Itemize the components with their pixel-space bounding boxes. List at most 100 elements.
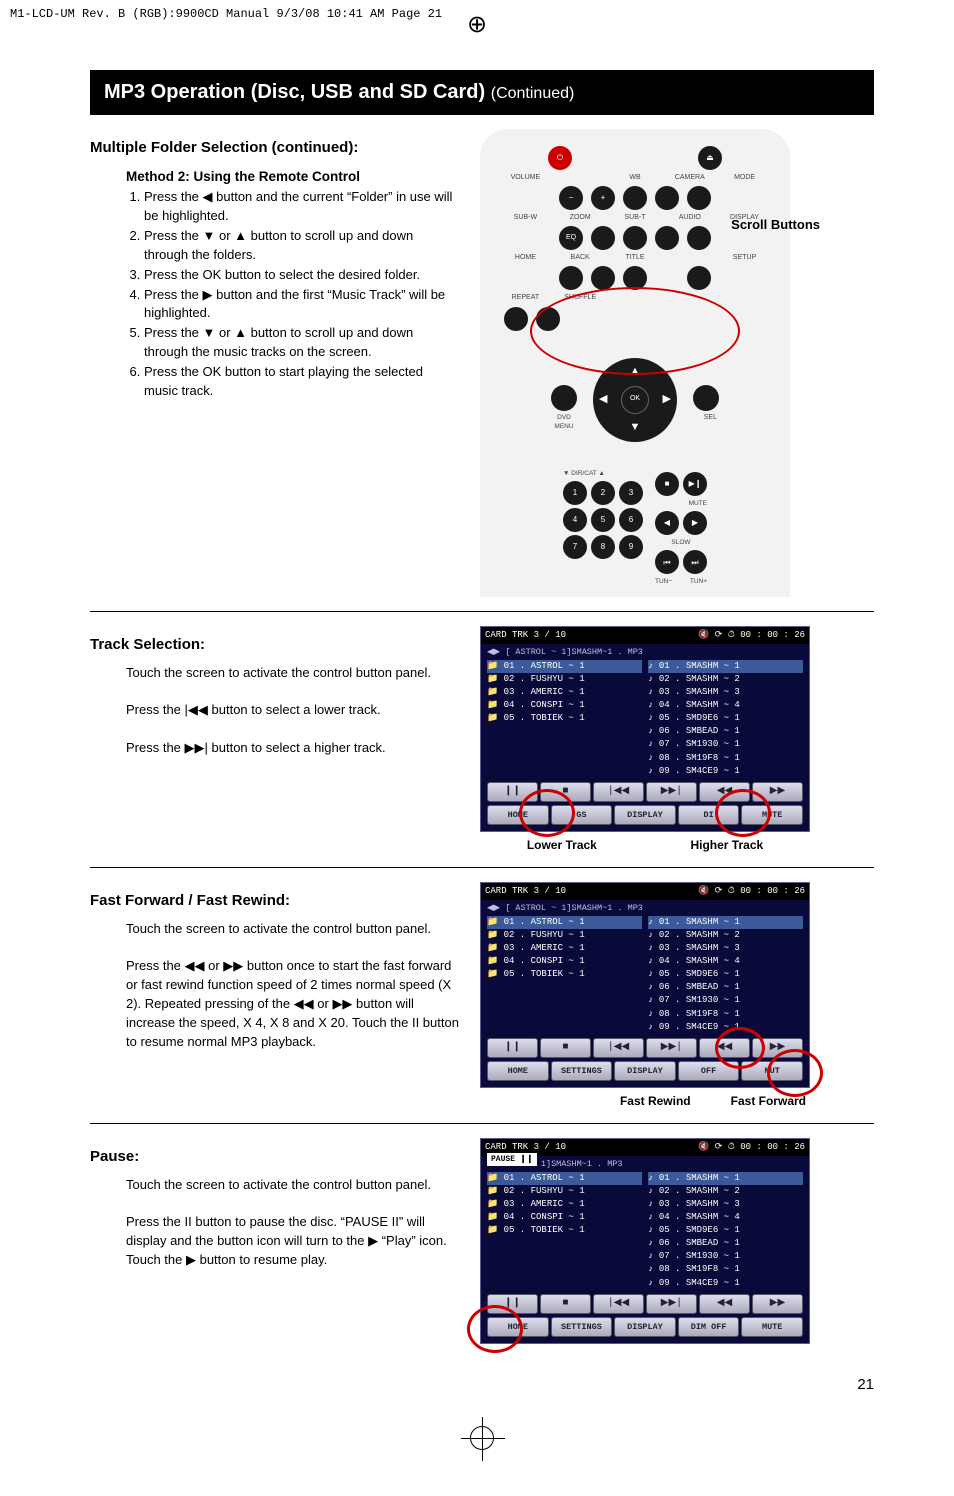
osd-ff-ctrl-next: ▶▶| xyxy=(646,1038,697,1059)
num-6: 6 xyxy=(619,508,643,532)
osd-pause-menu-dimoff: DIM OFF xyxy=(678,1317,740,1337)
wb-button xyxy=(623,186,647,210)
osd-pause-folder-4: 📁 04 . CONSPI ~ 1 xyxy=(487,1211,642,1224)
osd-track-r4: ♪ 04 . SMASHM ~ 4 xyxy=(648,699,803,712)
osd-pause-track-1: ♪ 01 . SMASHM ~ 1 xyxy=(648,1172,803,1185)
osd-ctrl-pause: ❙❙ xyxy=(487,782,538,803)
osd-track-r1: ♪ 01 . SMASHM ~ 1 xyxy=(648,660,803,673)
dir-cat-label: ▼ DIR/CAT ▲ xyxy=(563,469,643,478)
slow-label: SLOW xyxy=(655,538,707,547)
section2-p1: Touch the screen to activate the control… xyxy=(126,664,460,683)
osd-folder-3: 📁 03 . AMERIC ~ 1 xyxy=(487,686,642,699)
osd-pause-track-7: ♪ 07 . SM1930 ~ 1 xyxy=(648,1250,803,1263)
osd-pause: CARD TRK 3 / 10 🔇 ⟳ ⏱ 00 : 00 : 26 ◀▶ TR… xyxy=(480,1138,810,1345)
higher-track-label: Higher Track xyxy=(690,838,763,852)
method2-title: Method 2: Using the Remote Control xyxy=(126,167,460,187)
osd-ff-menu-off: OFF xyxy=(678,1061,740,1081)
remote-labels-row3: HOMEBACK TITLE SETUP xyxy=(494,253,776,263)
osd-ff-menu-settings: SETTINGS xyxy=(551,1061,613,1081)
osd-ff-track-8: ♪ 08 . SM19F8 ~ 1 xyxy=(648,1008,803,1021)
prev-track-icon: ⏮ xyxy=(655,550,679,574)
osd-menu-mute: MUTE xyxy=(741,805,803,825)
osd-ff-menu-mute: MUT xyxy=(741,1061,803,1081)
num-2: 2 xyxy=(591,481,615,505)
osd-ff-track-9: ♪ 09 . SM4CE9 ~ 1 xyxy=(648,1021,803,1034)
osd-menu-gs: GS xyxy=(551,805,613,825)
crop-mark-icon: ⊕ xyxy=(467,8,487,43)
divider-2 xyxy=(90,867,874,868)
osd-ff-folder-5: 📁 05 . TOBIEK ~ 1 xyxy=(487,968,642,981)
osd-pause-folder-3: 📁 03 . AMERIC ~ 1 xyxy=(487,1198,642,1211)
left-arrow-icon: ◀ xyxy=(599,392,607,408)
section4-p2: Press the II button to pause the disc. “… xyxy=(126,1213,460,1270)
osd-pause-ctrl-prev: |◀◀ xyxy=(593,1294,644,1315)
osd-pause-ctrl-next: ▶▶| xyxy=(646,1294,697,1315)
osd-ff-folder-3: 📁 03 . AMERIC ~ 1 xyxy=(487,942,642,955)
tun-minus-label: TUN− xyxy=(655,577,672,586)
section4-title: Pause: xyxy=(90,1146,460,1168)
osd-ff-menu-display: DISPLAY xyxy=(614,1061,676,1081)
scroll-buttons-callout xyxy=(530,287,740,375)
osd-ff-header-right: 🔇 ⟳ ⏱ 00 : 00 : 26 xyxy=(698,885,805,898)
osd-pause-track-6: ♪ 06 . SMBEAD ~ 1 xyxy=(648,1237,803,1250)
vol-minus: − xyxy=(559,186,583,210)
rewind-icon: ◀ xyxy=(655,511,679,535)
osd-ff-track-2: ♪ 02 . SMASHM ~ 2 xyxy=(648,929,803,942)
step-3: Press the OK button to select the desire… xyxy=(144,266,460,285)
osd-ff-track-3: ♪ 03 . SMASHM ~ 3 xyxy=(648,942,803,955)
divider-3 xyxy=(90,1123,874,1124)
osd-header-left: CARD TRK 3 / 10 xyxy=(485,629,566,642)
step-4: Press the ▶ button and the first “Music … xyxy=(144,286,460,324)
section1-title: Multiple Folder Selection (continued): xyxy=(90,137,460,159)
zoom-button xyxy=(591,226,615,250)
osd-pause-folder-2: 📁 02 . FUSHYU ~ 1 xyxy=(487,1185,642,1198)
osd-fast-forward: CARD TRK 3 / 10 🔇 ⟳ ⏱ 00 : 00 : 26 ◀▶ [ … xyxy=(480,882,810,1089)
osd-ff-subheader: ◀▶ [ ASTROL ~ 1]SMASHM~1 . MP3 xyxy=(487,900,803,916)
osd-ff-ctrl-ff: ▶▶ xyxy=(752,1038,803,1059)
osd-folder-4: 📁 04 . CONSPI ~ 1 xyxy=(487,699,642,712)
osd-ctrl-rew: ◀◀ xyxy=(699,782,750,803)
sel-button xyxy=(693,385,719,411)
subt-button xyxy=(623,226,647,250)
osd-ff-track-5: ♪ 05 . SMD9E6 ~ 1 xyxy=(648,968,803,981)
pause-badge: PAUSE ❙❙ xyxy=(487,1153,537,1167)
osd-ff-ctrl-stop: ■ xyxy=(540,1038,591,1059)
num-5: 5 xyxy=(591,508,615,532)
osd-track-r3: ♪ 03 . SMASHM ~ 3 xyxy=(648,686,803,699)
section2-title: Track Selection: xyxy=(90,634,460,656)
osd-pause-track-2: ♪ 02 . SMASHM ~ 2 xyxy=(648,1185,803,1198)
play-pause-icon: ▶❙ xyxy=(683,472,707,496)
page-number: 21 xyxy=(90,1374,874,1396)
section2-p3: Press the ▶▶| button to select a higher … xyxy=(126,739,460,758)
down-arrow-icon: ▼ xyxy=(630,420,641,436)
osd-folder-1: 📁 01 . ASTROL ~ 1 xyxy=(487,660,642,673)
osd-ctrl-ff: ▶▶ xyxy=(752,782,803,803)
osd-pause-ctrl-pause: ❙❙ xyxy=(487,1294,538,1315)
osd-pause-track-4: ♪ 04 . SMASHM ~ 4 xyxy=(648,1211,803,1224)
section3-p2: Press the ◀◀ or ▶▶ button once to start … xyxy=(126,957,460,1051)
osd-ff-menu-home: HOME xyxy=(487,1061,549,1081)
fast-rewind-label: Fast Rewind xyxy=(620,1094,691,1108)
osd-menu-display: DISPLAY xyxy=(614,805,676,825)
num-9: 9 xyxy=(619,535,643,559)
section2-p2: Press the |◀◀ button to select a lower t… xyxy=(126,701,460,720)
registration-mark-icon xyxy=(470,1426,494,1450)
osd-pause-menu-settings: SETTINGS xyxy=(551,1317,613,1337)
osd-ff-ctrl-rew: ◀◀ xyxy=(699,1038,750,1059)
osd-track-r5: ♪ 05 . SMD9E6 ~ 1 xyxy=(648,712,803,725)
osd-ff-track-6: ♪ 06 . SMBEAD ~ 1 xyxy=(648,981,803,994)
osd-ff-track-4: ♪ 04 . SMASHM ~ 4 xyxy=(648,955,803,968)
osd-track-r2: ♪ 02 . SMASHM ~ 2 xyxy=(648,673,803,686)
forward-icon: ▶ xyxy=(683,511,707,535)
osd-ff-track-7: ♪ 07 . SM1930 ~ 1 xyxy=(648,994,803,1007)
dvd-menu-button xyxy=(551,385,577,411)
osd-ff-folder-1: 📁 01 . ASTROL ~ 1 xyxy=(487,916,642,929)
divider-1 xyxy=(90,611,874,612)
section3-p1: Touch the screen to activate the control… xyxy=(126,920,460,939)
back-button xyxy=(591,266,615,290)
repeat-button xyxy=(504,307,528,331)
osd-ctrl-prev: |◀◀ xyxy=(593,782,644,803)
osd-pause-menu-display: DISPLAY xyxy=(614,1317,676,1337)
osd-track-selection: CARD TRK 3 / 10 🔇 ⟳ ⏱ 00 : 00 : 26 ◀▶ [ … xyxy=(480,626,810,833)
section3-title: Fast Forward / Fast Rewind: xyxy=(90,890,460,912)
